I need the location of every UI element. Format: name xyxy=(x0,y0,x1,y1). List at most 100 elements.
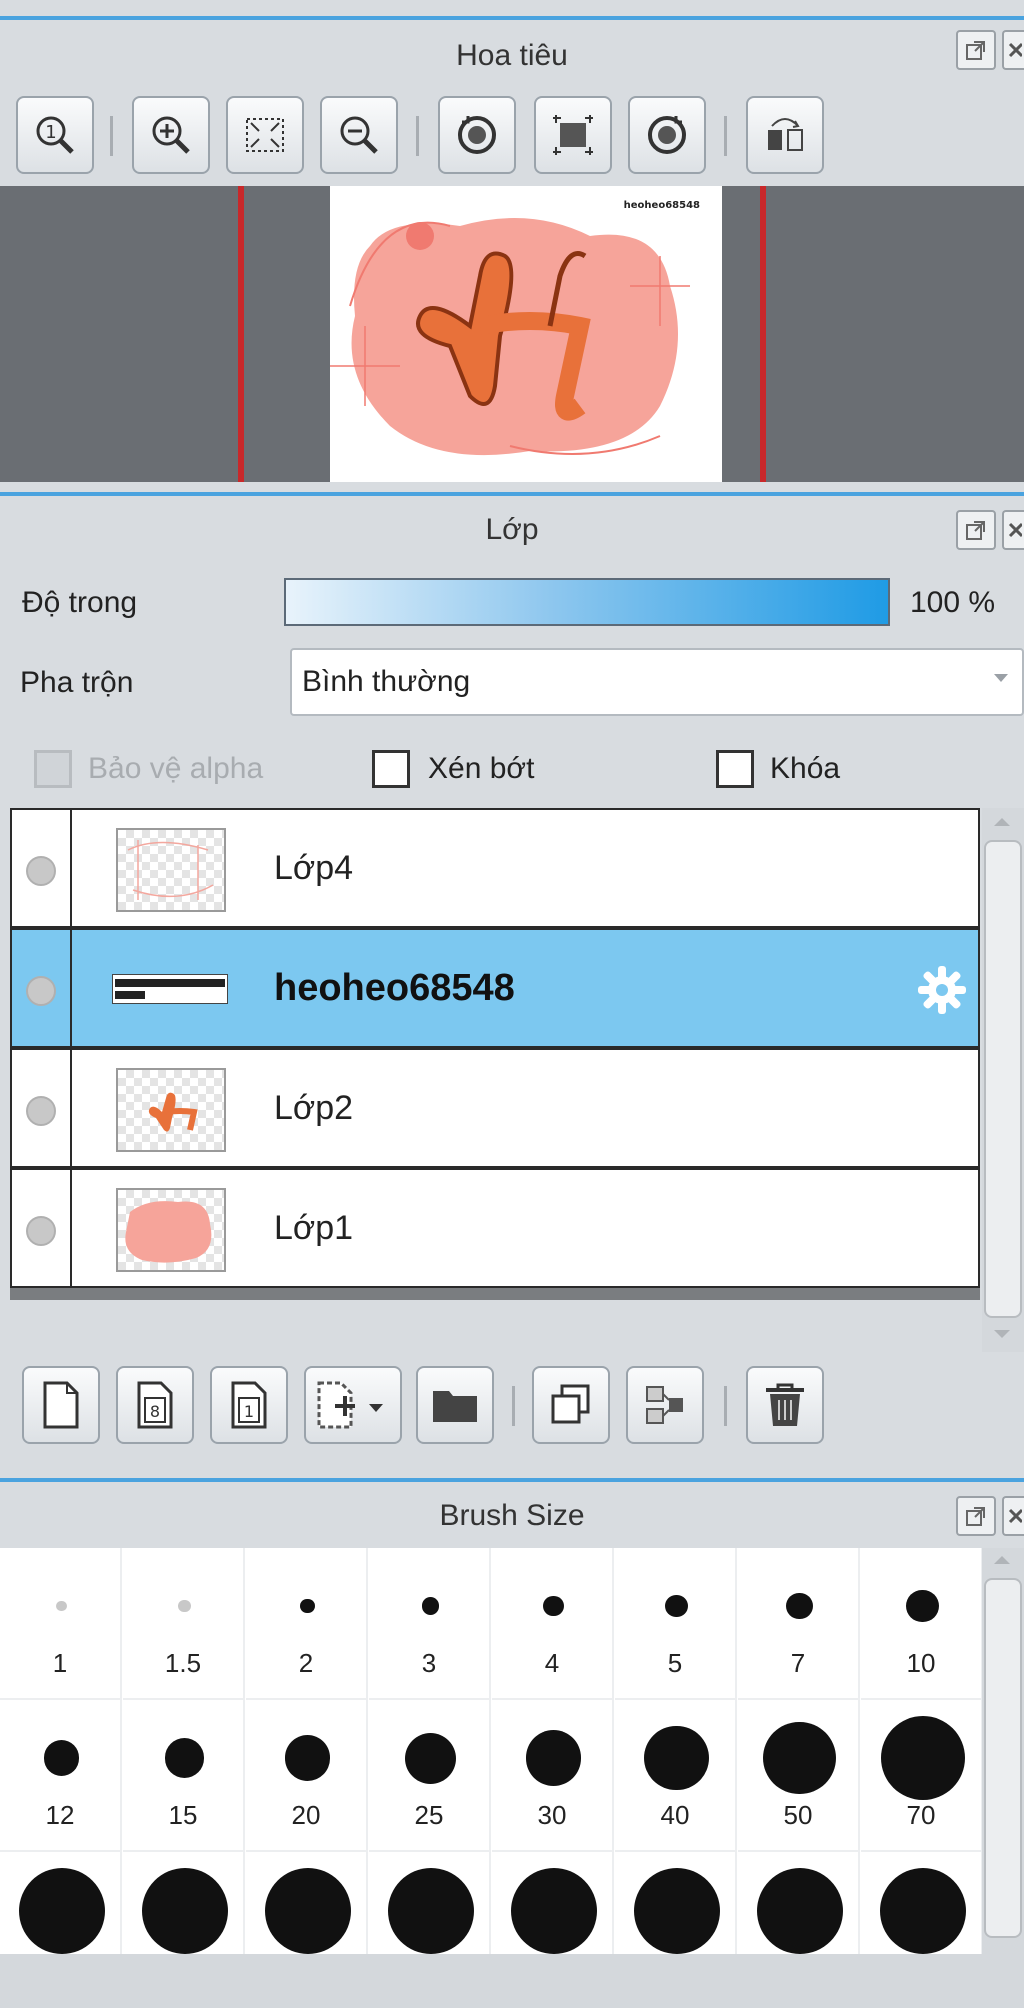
brush-size-cell[interactable]: 2 xyxy=(246,1548,368,1700)
brush-size-cell[interactable] xyxy=(861,1852,983,1960)
panel-top-border xyxy=(0,492,1024,496)
brush-size-label: 20 xyxy=(291,1800,321,1830)
brush-size-cell[interactable] xyxy=(492,1852,614,1960)
delete-layer-icon[interactable] xyxy=(746,1366,824,1444)
visibility-toggle-icon[interactable] xyxy=(26,1096,56,1126)
opacity-label: Độ trong xyxy=(22,586,138,619)
navigator-panel: Hoa tiêu 1 heoheo68548 xyxy=(0,0,1024,488)
brush-size-cell[interactable]: 12 xyxy=(0,1700,122,1852)
scroll-thumb[interactable] xyxy=(984,840,1022,1318)
close-panel-icon[interactable] xyxy=(1002,510,1024,550)
close-panel-icon[interactable] xyxy=(1002,1496,1024,1536)
new-layer-icon[interactable] xyxy=(22,1366,100,1444)
brush-size-cell[interactable] xyxy=(615,1852,737,1960)
zoom-in-icon[interactable] xyxy=(132,96,210,174)
brush-size-label: 2 xyxy=(298,1648,314,1678)
brush-size-cell[interactable]: 15 xyxy=(123,1700,245,1852)
fit-screen-icon[interactable] xyxy=(226,96,304,174)
svg-text:1: 1 xyxy=(244,1402,254,1421)
thumbnail-text-strip xyxy=(115,991,145,999)
layer-row[interactable]: Lớp4 xyxy=(10,808,980,928)
brush-size-cell[interactable]: 7 xyxy=(738,1548,860,1700)
brush-size-cell[interactable]: 70 xyxy=(861,1700,983,1852)
brush-size-cell[interactable]: 3 xyxy=(369,1548,491,1700)
brush-size-cell[interactable] xyxy=(738,1852,860,1960)
layer-thumbnail xyxy=(116,1068,226,1152)
add-layer-dropdown-icon[interactable] xyxy=(304,1366,402,1444)
text-layer-gear-icon xyxy=(914,962,970,1023)
brush-size-cell[interactable]: 25 xyxy=(369,1700,491,1852)
brush-size-cell[interactable]: 5 xyxy=(615,1548,737,1700)
brush-size-dot xyxy=(264,1868,351,1954)
navigator-title: Hoa tiêu xyxy=(456,39,568,72)
panel-top-border xyxy=(0,16,1024,20)
brush-size-dot xyxy=(665,1594,688,1618)
layer-divider xyxy=(70,930,72,1046)
brush-size-cell[interactable] xyxy=(0,1852,122,1960)
brush-scrollbar[interactable] xyxy=(982,1548,1024,1960)
brush-size-cell[interactable]: 1.5 xyxy=(123,1548,245,1700)
layer-divider xyxy=(70,810,72,926)
float-panel-icon[interactable] xyxy=(956,30,996,70)
float-panel-icon[interactable] xyxy=(956,1496,996,1536)
scroll-down-icon[interactable] xyxy=(994,1330,1010,1338)
visibility-toggle-icon[interactable] xyxy=(26,976,56,1006)
zoom-out-icon[interactable] xyxy=(320,96,398,174)
flip-icon[interactable] xyxy=(746,96,824,174)
zoom-actual-icon[interactable]: 1 xyxy=(16,96,94,174)
new-8bit-layer-icon[interactable]: 8 xyxy=(116,1366,194,1444)
brush-size-label: 30 xyxy=(537,1800,567,1830)
brush-size-cell[interactable]: 1 xyxy=(0,1548,122,1700)
layer-divider xyxy=(70,1050,72,1166)
brush-size-cell[interactable]: 30 xyxy=(492,1700,614,1852)
brush-size-dot xyxy=(543,1595,564,1617)
merge-layer-icon[interactable] xyxy=(626,1366,704,1444)
brush-size-cell[interactable]: 40 xyxy=(615,1700,737,1852)
brush-size-dot xyxy=(141,1868,228,1954)
visibility-toggle-icon[interactable] xyxy=(26,1216,56,1246)
navigator-canvas[interactable]: heoheo68548 xyxy=(0,186,1024,482)
layer-row[interactable]: Lớp1 xyxy=(10,1168,980,1288)
layer-thumbnail xyxy=(116,1188,226,1272)
brush-size-cell[interactable]: 20 xyxy=(246,1700,368,1852)
lock-checkbox[interactable] xyxy=(716,750,754,788)
layer-row[interactable]: heoheo68548 xyxy=(10,928,980,1048)
layer-row[interactable]: Lớp2 xyxy=(10,1048,980,1168)
scroll-up-icon[interactable] xyxy=(994,818,1010,826)
visibility-toggle-icon[interactable] xyxy=(26,856,56,886)
brush-size-dot xyxy=(906,1589,939,1623)
brush-size-cell[interactable]: 50 xyxy=(738,1700,860,1852)
brush-size-label: 3 xyxy=(421,1648,437,1678)
scroll-up-icon[interactable] xyxy=(994,1556,1010,1564)
brush-size-dot xyxy=(164,1738,205,1778)
protect-alpha-checkbox xyxy=(34,750,72,788)
layer-window-buttons xyxy=(956,500,1024,560)
rotate-left-icon[interactable] xyxy=(438,96,516,174)
opacity-slider[interactable] xyxy=(284,578,890,626)
clipping-checkbox[interactable] xyxy=(372,750,410,788)
brush-size-cell[interactable]: 4 xyxy=(492,1548,614,1700)
brush-size-cell[interactable] xyxy=(246,1852,368,1960)
brush-size-dot xyxy=(786,1592,813,1620)
new-1bit-layer-icon[interactable]: 1 xyxy=(210,1366,288,1444)
layer-list: Lớp4 heoheo68548 Lớp2 Lớp1 xyxy=(10,808,980,1300)
layer-scrollbar[interactable] xyxy=(982,808,1024,1352)
close-panel-icon[interactable] xyxy=(1002,30,1024,70)
blend-mode-value: Bình thường xyxy=(302,665,471,698)
brush-size-dot xyxy=(763,1721,836,1795)
brush-size-dot xyxy=(644,1725,709,1791)
scroll-thumb[interactable] xyxy=(984,1578,1022,1938)
brush-size-cell[interactable] xyxy=(369,1852,491,1960)
layer-divider xyxy=(70,1170,72,1286)
blend-mode-select[interactable]: Bình thường xyxy=(290,648,1024,716)
brush-size-cell[interactable] xyxy=(123,1852,245,1960)
opacity-value: 100 % xyxy=(910,586,996,619)
new-folder-icon[interactable] xyxy=(416,1366,494,1444)
float-panel-icon[interactable] xyxy=(956,510,996,550)
fit-canvas-icon[interactable] xyxy=(534,96,612,174)
brush-size-dot xyxy=(405,1732,456,1784)
duplicate-layer-icon[interactable] xyxy=(532,1366,610,1444)
brush-size-cell[interactable]: 10 xyxy=(861,1548,983,1700)
rotate-right-icon[interactable] xyxy=(628,96,706,174)
layer-name: Lớp1 xyxy=(274,1208,354,1247)
